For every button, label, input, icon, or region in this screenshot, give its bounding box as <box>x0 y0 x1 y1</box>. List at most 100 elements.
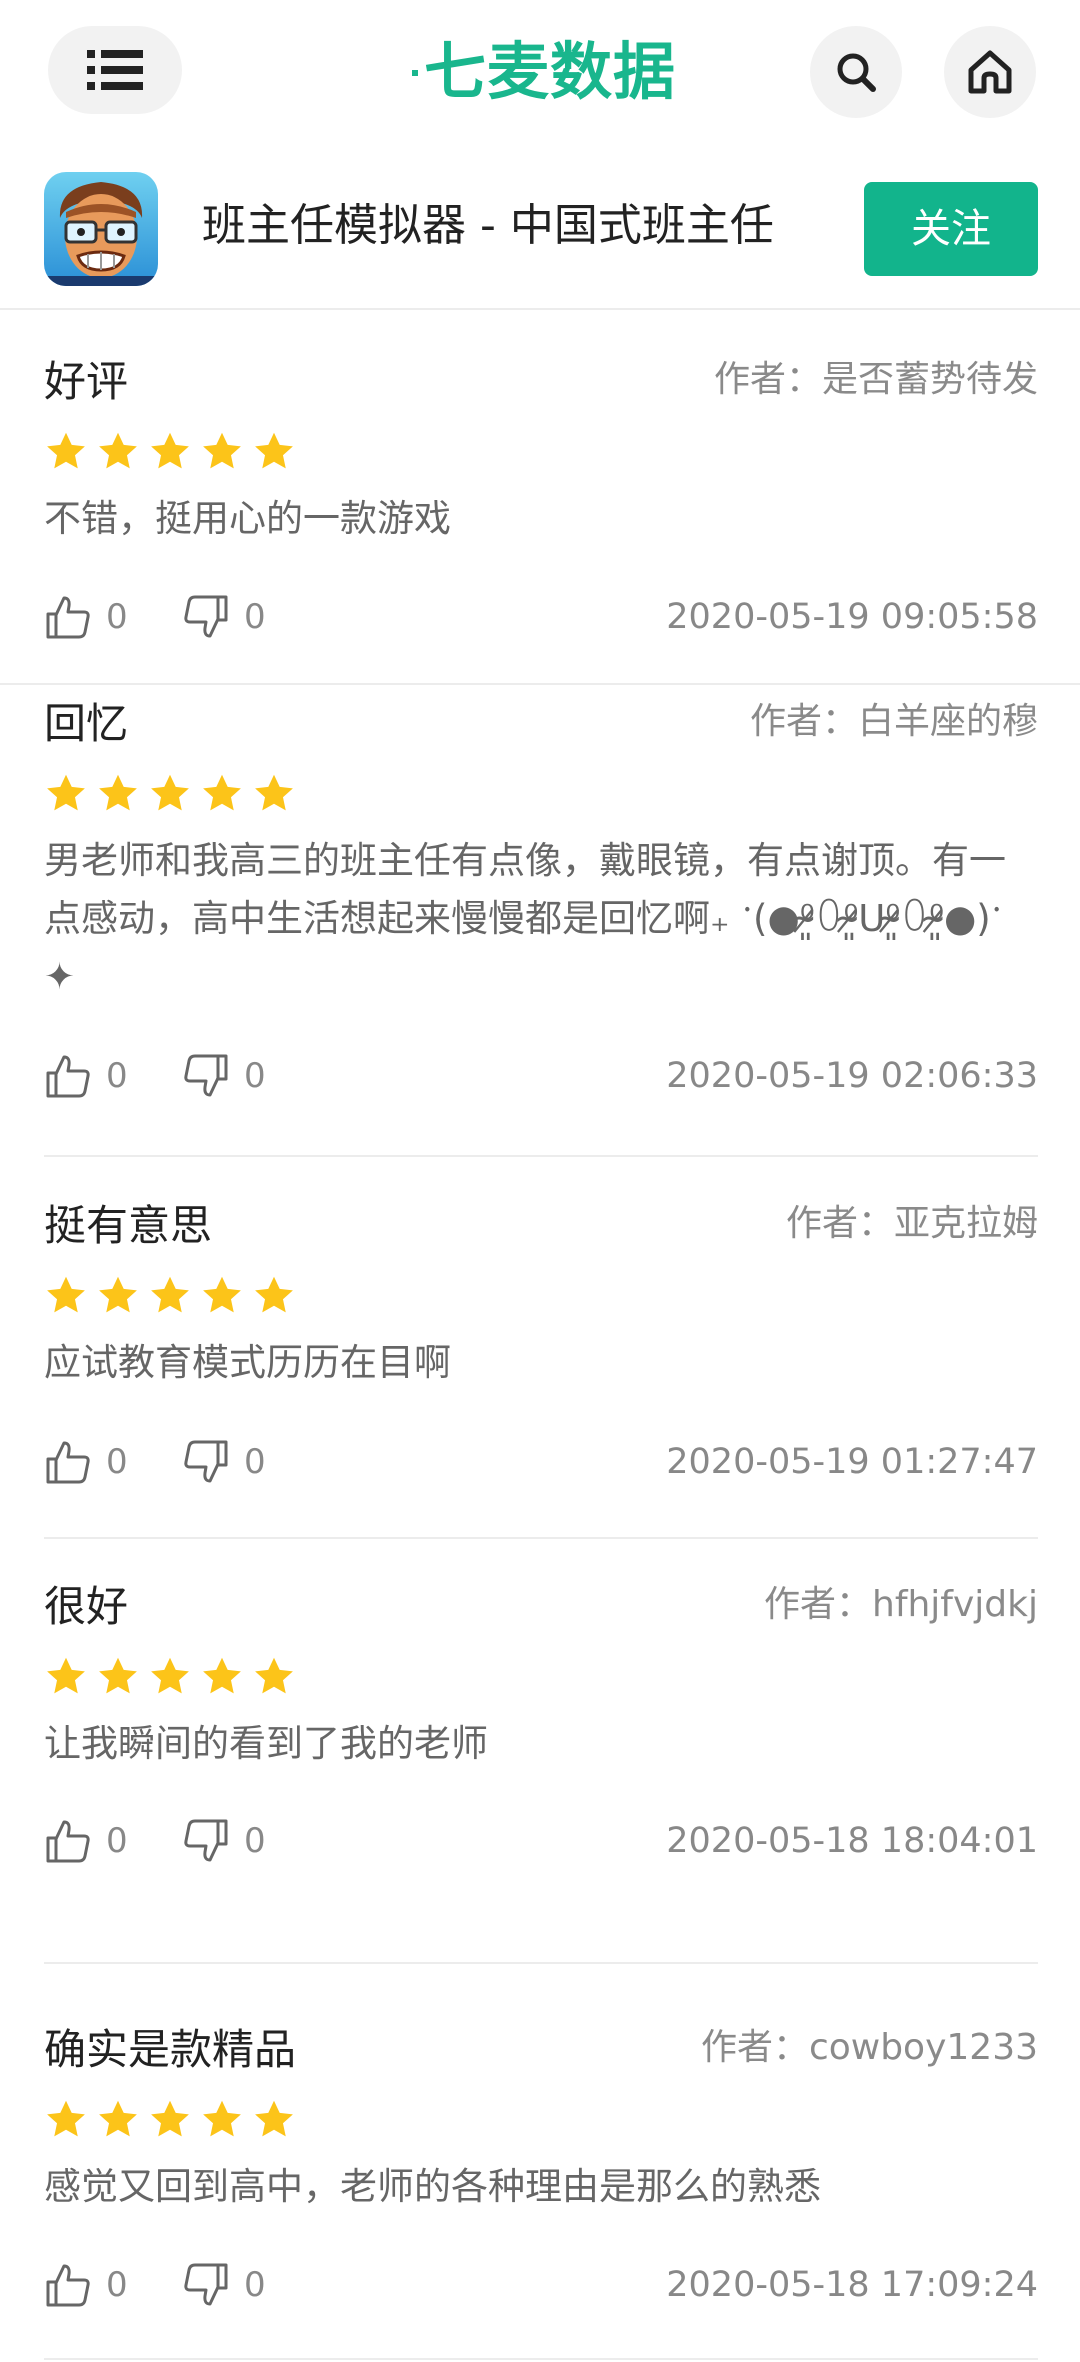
like-count: 0 <box>106 597 128 637</box>
review-author[interactable]: 作者：亚克拉姆 <box>786 1198 1038 1250</box>
thumbs-down-icon <box>184 1819 228 1862</box>
dislike-button[interactable]: 0 <box>182 2258 266 2312</box>
review-author[interactable]: 作者：hfhjfvjdkj <box>764 1579 1038 1631</box>
review-title: 很好 <box>44 1582 129 1631</box>
star-icon <box>151 1657 189 1694</box>
star-rating <box>44 2098 304 2142</box>
review-body: 应试教育模式历历在目啊 <box>44 1341 451 1384</box>
review-title: 回忆 <box>44 699 129 748</box>
star-icon <box>99 774 137 811</box>
star-icon <box>47 432 85 469</box>
search-icon <box>837 53 876 92</box>
star-icon <box>47 2100 85 2137</box>
review-item: 回忆 作者：白羊座的穆 男老师和我高三的班主任有点像，戴眼镜，有点谢顶。有一点感… <box>44 696 1038 1116</box>
star-icon <box>255 1276 293 1313</box>
home-button[interactable] <box>944 26 1036 118</box>
divider <box>44 2358 1038 2360</box>
app-title: 班主任模拟器 - 中国式班主任 <box>202 200 774 251</box>
star-icon <box>151 2100 189 2137</box>
teacher-cartoon-icon <box>44 172 158 286</box>
star-icon <box>47 774 85 811</box>
dislike-count: 0 <box>244 1056 266 1096</box>
review-time: 2020-05-19 09:05:58 <box>666 597 1038 637</box>
review-footer: 0 0 2020-05-18 17:09:24 <box>44 2258 1038 2312</box>
review-body: 男老师和我高三的班主任有点像，戴眼镜，有点谢顶。有一点感动，高中生活想起来慢慢都… <box>44 839 1006 998</box>
star-icon <box>203 2100 241 2137</box>
dislike-button[interactable]: 0 <box>182 1435 266 1489</box>
search-button[interactable] <box>810 26 902 118</box>
like-button[interactable]: 0 <box>44 1049 128 1103</box>
review-item: 确实是款精品 作者：cowboy1233 感觉又回到高中，老师的各种理由是那么的… <box>44 2022 1038 2312</box>
like-count: 0 <box>106 1056 128 1096</box>
thumbs-down-icon <box>184 1054 228 1097</box>
review-body: 感觉又回到高中，老师的各种理由是那么的熟悉 <box>44 2165 821 2208</box>
like-count: 0 <box>106 2265 128 2305</box>
review-footer: 0 0 2020-05-18 18:04:01 <box>44 1814 1038 1868</box>
star-icon <box>151 774 189 811</box>
home-icon <box>968 50 1012 94</box>
divider <box>44 1537 1038 1539</box>
star-rating <box>44 772 304 816</box>
review-item: 很好 作者：hfhjfvjdkj 让我瞬间的看到了我的老师 0 0 2020-0… <box>44 1579 1038 1869</box>
star-icon <box>47 1657 85 1694</box>
dislike-button[interactable]: 0 <box>182 1049 266 1103</box>
like-count: 0 <box>106 1442 128 1482</box>
star-icon <box>255 1657 293 1694</box>
like-button[interactable]: 0 <box>44 2258 128 2312</box>
brand-name: 七麦数据 <box>424 35 677 108</box>
star-icon <box>99 1276 137 1313</box>
star-icon <box>151 432 189 469</box>
star-icon <box>47 1276 85 1313</box>
review-footer: 0 0 2020-05-19 01:27:47 <box>44 1435 1038 1489</box>
divider <box>44 1155 1038 1157</box>
review-author[interactable]: 作者：cowboy1233 <box>701 2022 1038 2074</box>
app-header: 班主任模拟器 - 中国式班主任 关注 <box>0 160 1080 310</box>
app-icon[interactable] <box>44 172 158 286</box>
star-icon <box>99 2100 137 2137</box>
star-rating <box>44 1274 304 1318</box>
dislike-button[interactable]: 0 <box>182 590 266 644</box>
review-body: 不错，挺用心的一款游戏 <box>44 497 451 540</box>
star-icon <box>255 774 293 811</box>
app-reviews-page: 七麦数据 班主任模拟器 - 中国式班主任 关注 好评 作者：是否蓄势待发 不错，… <box>0 0 1080 2362</box>
top-nav-bar: 七麦数据 <box>0 0 1080 145</box>
like-button[interactable]: 0 <box>44 590 128 644</box>
dislike-count: 0 <box>244 2265 266 2305</box>
review-time: 2020-05-19 01:27:47 <box>666 1442 1038 1482</box>
review-item: 挺有意思 作者：亚克拉姆 应试教育模式历历在目啊 0 0 2020-05-19 … <box>44 1198 1038 1488</box>
thumbs-up-icon <box>46 1820 90 1863</box>
thumbs-up-icon <box>46 2264 90 2307</box>
thumbs-down-icon <box>184 2263 228 2306</box>
follow-button[interactable]: 关注 <box>864 182 1038 276</box>
star-icon <box>255 2100 293 2137</box>
review-title: 挺有意思 <box>44 1201 213 1250</box>
star-icon <box>203 1276 241 1313</box>
list-menu-icon <box>87 50 143 90</box>
star-icon <box>99 432 137 469</box>
star-icon <box>255 432 293 469</box>
review-title: 好评 <box>44 357 129 406</box>
dislike-count: 0 <box>244 1821 266 1861</box>
review-author[interactable]: 作者：是否蓄势待发 <box>714 354 1038 406</box>
dislike-count: 0 <box>244 597 266 637</box>
brand-logo[interactable]: 七麦数据 <box>410 34 676 110</box>
review-body: 让我瞬间的看到了我的老师 <box>44 1722 488 1765</box>
thumbs-up-icon <box>46 1441 90 1484</box>
dislike-count: 0 <box>244 1442 266 1482</box>
dislike-button[interactable]: 0 <box>182 1814 266 1868</box>
review-footer: 0 0 2020-05-19 09:05:58 <box>44 590 1038 644</box>
review-time: 2020-05-19 02:06:33 <box>666 1056 1038 1096</box>
menu-button[interactable] <box>48 26 182 114</box>
star-icon <box>203 432 241 469</box>
review-time: 2020-05-18 18:04:01 <box>666 1821 1038 1861</box>
review-item: 好评 作者：是否蓄势待发 不错，挺用心的一款游戏 0 0 2020-05-19 … <box>44 354 1038 644</box>
brand-mark-icon <box>412 70 418 76</box>
star-icon <box>99 1657 137 1694</box>
divider <box>44 1962 1038 1964</box>
like-button[interactable]: 0 <box>44 1435 128 1489</box>
like-button[interactable]: 0 <box>44 1814 128 1868</box>
review-author[interactable]: 作者：白羊座的穆 <box>750 696 1038 748</box>
star-rating <box>44 430 304 474</box>
thumbs-up-icon <box>46 596 90 639</box>
thumbs-down-icon <box>184 595 228 638</box>
